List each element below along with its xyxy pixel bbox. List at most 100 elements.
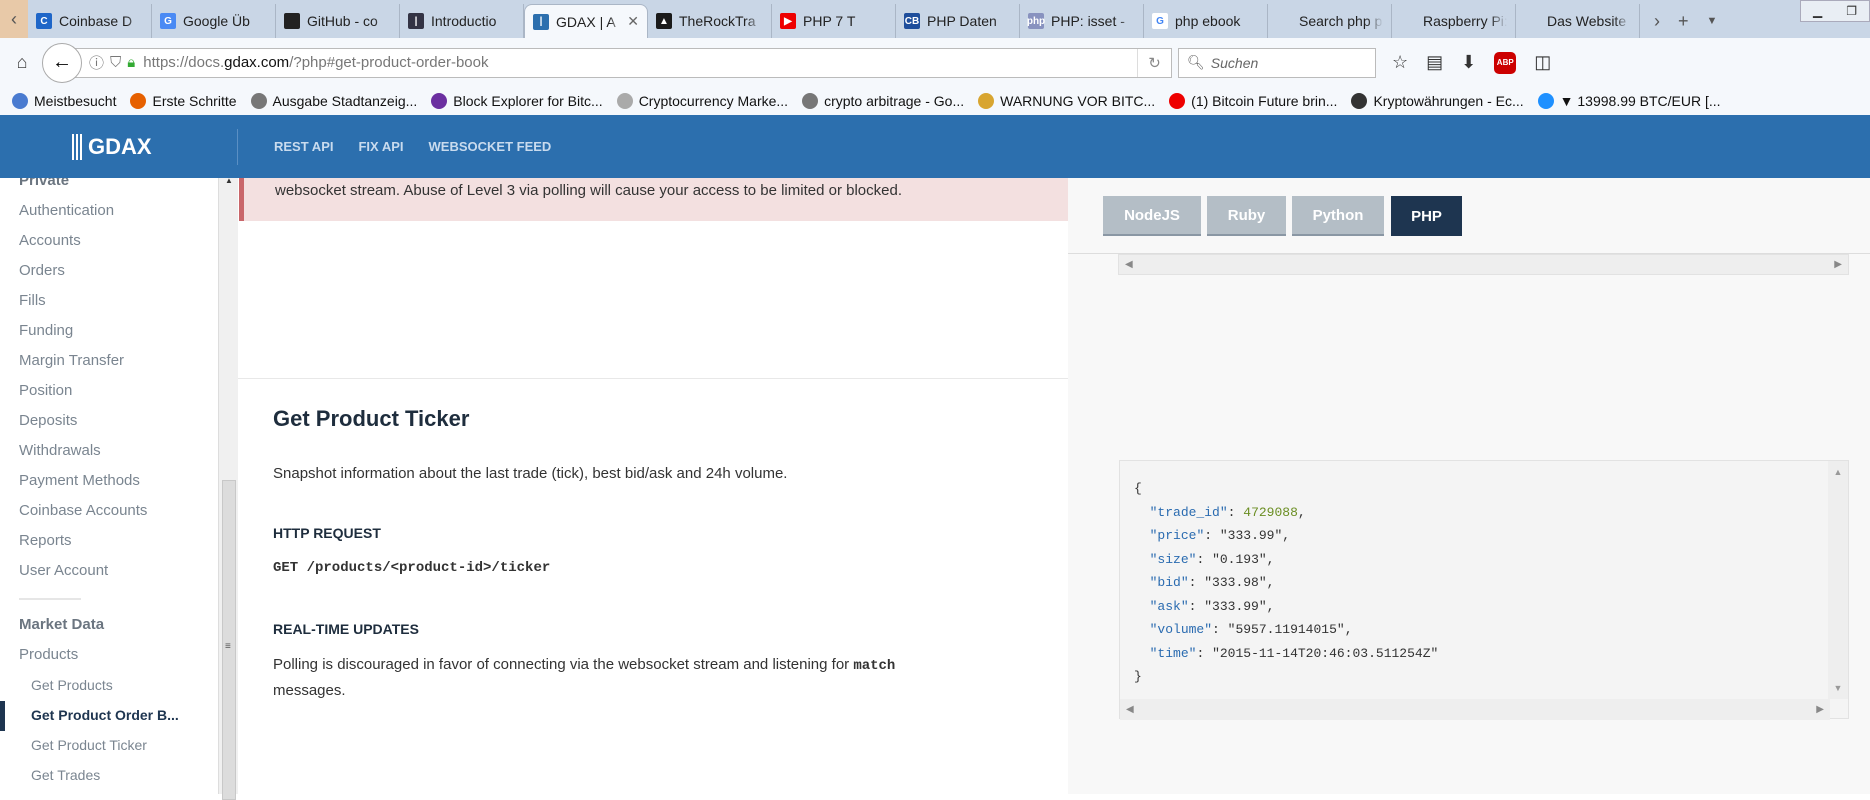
bookmark-item[interactable]: Cryptocurrency Marke... — [616, 93, 788, 109]
code-vertical-scrollbar[interactable]: ▲ ▼ — [1828, 461, 1848, 699]
sidebar-toggle-icon[interactable]: ◫ — [1534, 52, 1551, 73]
search-icon: 🔍︎ — [1187, 54, 1205, 70]
tab-scroll-left-button[interactable]: ‹ — [0, 0, 28, 38]
tab-nodejs[interactable]: NodeJS — [1103, 196, 1201, 236]
bookmark-favicon-icon — [802, 93, 819, 109]
sidebar-heading-market-data: Market Data — [19, 616, 105, 633]
sidebar-subitem[interactable]: Get Products — [31, 677, 113, 693]
sidebar-item-reports[interactable]: Reports — [19, 532, 72, 549]
browser-tab[interactable]: Gphp ebook — [1144, 4, 1268, 38]
response-code-block: { "trade_id": 4729088, "price": "333.99"… — [1119, 460, 1849, 720]
nav-rest-api[interactable]: REST API — [274, 139, 333, 154]
bookmark-item[interactable]: crypto arbitrage - Go... — [802, 93, 964, 109]
browser-tab[interactable]: php PHP: isset - — [1020, 4, 1144, 38]
json-value: "0.193" — [1212, 551, 1267, 567]
code-panel: NodeJS Ruby Python PHP ◀ ▶ { "trade_id": … — [1068, 178, 1870, 794]
url-domain: gdax.com — [224, 54, 290, 71]
search-input[interactable]: 🔍︎ Suchen — [1178, 47, 1376, 78]
reading-list-icon[interactable]: ▤ — [1426, 52, 1443, 73]
bookmark-item[interactable]: Meistbesucht — [12, 93, 116, 109]
info-icon[interactable]: ⓘ — [89, 52, 104, 73]
scroll-up-arrow[interactable]: ▲ — [225, 176, 233, 185]
bookmark-item[interactable]: Erste Schritte — [130, 93, 237, 109]
tab-label: PHP Daten — [927, 13, 997, 29]
close-tab-icon[interactable]: ✕ — [627, 13, 639, 30]
tab-php[interactable]: PHP — [1391, 196, 1462, 236]
sidebar-item-accounts[interactable]: Accounts — [19, 232, 81, 249]
tab-favicon-icon: CB — [904, 13, 920, 29]
sidebar-item-margin-transfer[interactable]: Margin Transfer — [19, 352, 124, 369]
sidebar-item-orders[interactable]: Orders — [19, 262, 65, 279]
browser-tab[interactable]: GitHub - co — [276, 4, 400, 38]
json-key: "ask" — [1149, 598, 1189, 614]
browser-tab[interactable]: ▲ TheRockTra — [648, 4, 772, 38]
browser-tab[interactable]: Search php pro — [1268, 4, 1392, 38]
home-icon[interactable]: ⌂ — [10, 51, 34, 75]
tab-favicon-icon — [1276, 13, 1292, 29]
sidebar-item-withdrawals[interactable]: Withdrawals — [19, 442, 101, 459]
minimize-button[interactable]: ▁ — [1813, 4, 1822, 18]
sidebar-item-products[interactable]: Products — [19, 646, 78, 663]
browser-tab[interactable]: | Introductio — [400, 4, 524, 38]
sidebar-subitem[interactable]: Get Product Ticker — [31, 737, 147, 753]
browser-tab[interactable]: CB PHP Daten — [896, 4, 1020, 38]
new-tab-button[interactable]: + — [1678, 11, 1689, 32]
adblock-icon[interactable]: ABP — [1494, 51, 1517, 74]
tab-ruby[interactable]: Ruby — [1207, 196, 1286, 236]
sidebar-item-user-account[interactable]: User Account — [19, 562, 108, 579]
url-prefix: https://docs. — [143, 54, 225, 71]
code-block-horizontal-scrollbar[interactable]: ◀ ▶ — [1120, 699, 1830, 720]
browser-tab[interactable]: Das Website H — [1516, 4, 1640, 38]
bookmark-favicon-icon — [1351, 93, 1368, 109]
tab-scroll-right-button[interactable]: › — [1654, 11, 1660, 32]
sidebar-item-payment-methods[interactable]: Payment Methods — [19, 472, 140, 489]
url-bar[interactable]: ⓘ ⛉ 🔒︎ https://docs. gdax.com/?php#get-pr… — [72, 47, 1172, 78]
tab-favicon-icon: G — [160, 13, 176, 29]
shield-icon[interactable]: ⛉ — [110, 54, 121, 71]
nav-websocket-feed[interactable]: WEBSOCKET FEED — [429, 139, 552, 154]
bookmark-star-icon[interactable]: ☆ — [1392, 52, 1408, 73]
bookmark-favicon-icon — [1537, 93, 1554, 109]
browser-tab[interactable]: | GDAX | A ✕ — [524, 4, 648, 38]
json-value: "5957.11914015" — [1227, 622, 1345, 637]
restore-button[interactable]: ❐ — [1846, 4, 1857, 18]
sidebar-item-coinbase-accounts[interactable]: Coinbase Accounts — [19, 502, 147, 519]
browser-tab-bar: ‹ C Coinbase D G Google Üb GitHub - co | Intro… — [0, 0, 1870, 38]
sidebar-item-deposits[interactable]: Deposits — [19, 412, 77, 429]
gdax-logo[interactable]: GDAX — [72, 133, 237, 160]
bookmark-item[interactable]: Block Explorer for Bitc... — [431, 93, 603, 109]
download-icon[interactable]: ⬇ — [1461, 52, 1476, 73]
nav-fix-api[interactable]: FIX API — [358, 139, 403, 154]
bookmark-item[interactable]: Ausgabe Stadtanzeig... — [250, 93, 417, 109]
json-key: "volume" — [1149, 622, 1213, 637]
browser-tab[interactable]: Raspberry Pi: D — [1392, 4, 1516, 38]
sidebar-item-authentication[interactable]: Authentication — [19, 202, 114, 219]
bookmark-item[interactable]: Kryptowährungen - Ec... — [1351, 93, 1524, 109]
lock-icon: 🔒︎ — [127, 54, 136, 71]
json-key: "time" — [1149, 645, 1197, 661]
sidebar-item-position[interactable]: Position — [19, 382, 72, 399]
toolbar: ☆ ▤ ⬇ ABP ◫ — [1392, 51, 1551, 74]
bookmark-item[interactable]: ▼ 13998.99 BTC/EUR [... — [1537, 93, 1721, 109]
code-horizontal-scrollbar[interactable]: ◀ ▶ — [1118, 254, 1849, 275]
browser-tab[interactable]: C Coinbase D — [28, 4, 152, 38]
bookmark-favicon-icon — [12, 93, 28, 109]
tab-favicon-icon: ▲ — [656, 13, 672, 29]
bookmark-label: ▼ 13998.99 BTC/EUR [... — [1559, 93, 1721, 109]
sidebar-subitem[interactable]: Get Product Order B... — [31, 707, 179, 723]
sidebar-item-fills[interactable]: Fills — [19, 292, 46, 309]
json-value: "333.99" — [1204, 598, 1267, 614]
tab-list-dropdown[interactable]: ▼ — [1707, 15, 1718, 27]
browser-tab[interactable]: G Google Üb — [152, 4, 276, 38]
back-button[interactable]: ← — [42, 42, 82, 83]
bookmark-item[interactable]: WARNUNG VOR BITC... — [978, 93, 1155, 109]
browser-tab[interactable]: ▶ PHP 7 T — [772, 4, 896, 38]
sidebar-item-funding[interactable]: Funding — [19, 322, 73, 339]
sidebar-scrollbar[interactable]: ▲ ≡ — [218, 176, 238, 800]
json-value: "333.98" — [1204, 575, 1267, 590]
sidebar-subitem[interactable]: Get Trades — [31, 767, 100, 783]
reload-icon[interactable]: ↻ — [1137, 48, 1171, 77]
scrollbar-thumb[interactable]: ≡ — [222, 480, 236, 800]
bookmark-item[interactable]: (1) Bitcoin Future brin... — [1169, 93, 1337, 109]
tab-python[interactable]: Python — [1292, 196, 1384, 236]
